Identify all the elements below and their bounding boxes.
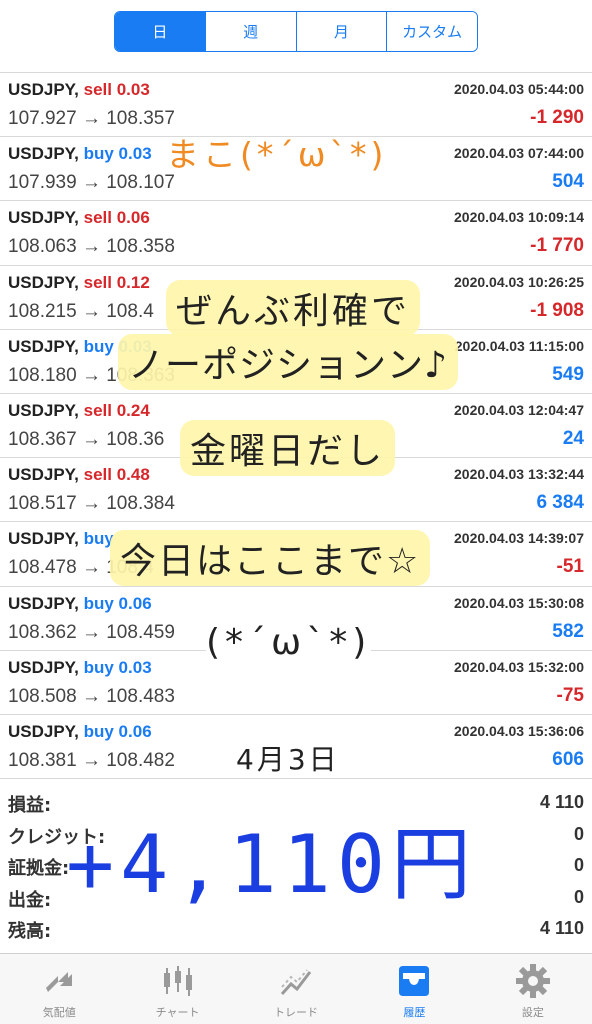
tab-history[interactable]: 履歴 [355, 954, 473, 1024]
trade-symbol: USDJPY, sell 0.06 [8, 208, 150, 228]
trade-symbol: USDJPY, sell 0.03 [8, 80, 150, 99]
trade-symbol: USDJPY, buy 0.03 [8, 657, 152, 677]
handwritten-note-name: まこ(*´ω`*) [166, 135, 388, 174]
summary-value: 4 110 [539, 792, 584, 812]
summary-value: 0 [573, 886, 584, 907]
trade-side-volume: sell 0.06 [83, 208, 150, 228]
trade-profit: -1 290 [530, 107, 584, 128]
tab-trade[interactable]: トレード [237, 954, 355, 1024]
trade-profit: -75 [556, 684, 584, 706]
gear-icon [515, 964, 550, 998]
trade-price: 107.927 → 108.357 [8, 108, 175, 129]
trade-side-volume: sell 0.48 [83, 465, 150, 485]
period-segmented-control: 日 週 月 カスタム [114, 11, 478, 52]
summary-label: 損益: [8, 795, 52, 816]
bottom-tab-bar: 気配値 チャート トレード 履歴 設定 [0, 953, 592, 1024]
trade-time: 2020.04.03 12:04:47 [454, 401, 584, 418]
trade-profit: -51 [556, 556, 584, 578]
trade-profit: -1 908 [530, 299, 584, 321]
tab-label: 設定 [521, 1006, 544, 1019]
tab-label: 履歴 [403, 1006, 426, 1019]
trade-time: 2020.04.03 10:26:25 [454, 273, 584, 290]
summary-value: 0 [573, 823, 584, 844]
tab-quotes[interactable]: 気配値 [0, 954, 118, 1024]
quotes-arrow-icon [46, 972, 73, 992]
trade-profit: 24 [562, 427, 584, 449]
tab-chart[interactable]: チャート [118, 954, 236, 1024]
trade-time: 2020.04.03 15:30:08 [454, 594, 584, 611]
trade-price: 108.215 → 108.4 [8, 300, 154, 322]
trade-time: 2020.04.03 15:32:00 [454, 658, 584, 675]
summary-value: 4 110 [539, 918, 584, 938]
handwritten-note-total: +4,110円 [66, 818, 477, 911]
tab-label: 気配値 [42, 1006, 76, 1019]
trade-symbol: USDJPY, sell 0.48 [8, 465, 150, 485]
trade-profit: 504 [552, 171, 584, 193]
trade-side-volume: sell 0.12 [83, 272, 150, 292]
candlestick-chart-icon [163, 966, 192, 996]
trade-price: 108.063 → 108.358 [8, 236, 175, 258]
trade-profit: 6 384 [536, 492, 584, 514]
summary-row-balance: 残高: 4 110 [0, 912, 592, 944]
summary-label: 証拠金: [8, 858, 70, 879]
trade-side-volume: buy 0.06 [83, 721, 152, 741]
trade-price: 108.381 → 108.482 [8, 749, 175, 771]
handwritten-note-date: 4月3日 [230, 738, 346, 778]
handwritten-note-line3: 金曜日だし [180, 420, 396, 476]
trade-symbol: USDJPY, sell 0.12 [8, 272, 150, 292]
trade-price: 108.508 → 108.483 [8, 685, 175, 707]
tab-label: トレード [274, 1006, 319, 1019]
trade-time: 2020.04.03 07:44:00 [454, 145, 584, 162]
summary-value: 0 [573, 855, 584, 875]
trade-symbol: USDJPY, buy [8, 529, 114, 549]
trade-profit: 549 [552, 363, 584, 385]
handwritten-note-face: (*´ω`*) [206, 622, 372, 663]
trade-side-volume: sell 0.03 [83, 80, 150, 99]
tab-label: チャート [155, 1006, 200, 1019]
trade-symbol: USDJPY, buy 0.03 [8, 144, 152, 164]
trade-price: 108.517 → 108.384 [8, 493, 175, 515]
trade-side-volume: buy 0.03 [83, 657, 152, 677]
trade-time: 2020.04.03 14:39:07 [454, 530, 584, 547]
trade-symbol: USDJPY, buy 0.06 [8, 721, 152, 741]
summary-label: 出金: [8, 889, 52, 911]
trade-time: 2020.04.03 15:36:06 [454, 722, 584, 739]
trade-side-volume: sell 0.24 [83, 400, 150, 420]
trade-time: 2020.04.03 11:15:00 [454, 337, 584, 354]
trade-profit: 582 [552, 620, 584, 642]
trade-row[interactable]: USDJPY, sell 0.06 108.063 → 108.358 2020… [0, 201, 592, 266]
trade-profit: -1 770 [530, 235, 584, 257]
trade-side-volume: buy 0.06 [83, 593, 152, 613]
trade-symbol: USDJPY, buy 0.06 [8, 593, 152, 613]
handwritten-note-line1: ぜんぶ利確で [166, 280, 421, 336]
period-tab-day[interactable]: 日 [115, 12, 205, 51]
trade-symbol: USDJPY, sell 0.24 [8, 400, 150, 420]
trade-price: 108.367 → 108.36 [8, 428, 165, 450]
trade-time: 2020.04.03 10:09:14 [454, 209, 584, 226]
tab-settings[interactable]: 設定 [474, 954, 592, 1024]
trade-price: 107.939 → 108.107 [8, 172, 175, 194]
trade-line-icon [280, 969, 312, 996]
trade-price: 108.362 → 108.459 [8, 621, 175, 643]
handwritten-note-line4: 今日はここまで☆ [110, 530, 431, 586]
period-tab-week[interactable]: 週 [204, 12, 296, 51]
period-tab-custom[interactable]: カスタム [386, 12, 477, 51]
period-tab-month[interactable]: 月 [295, 12, 387, 51]
handwritten-note-line2: ノーポジションン♪ [118, 334, 458, 390]
summary-label: 残高: [8, 921, 52, 942]
trade-time: 2020.04.03 05:44:00 [454, 81, 584, 97]
trade-side-volume: buy 0.03 [83, 144, 152, 164]
history-tray-icon [399, 966, 430, 996]
trade-profit: 606 [552, 748, 584, 770]
trade-time: 2020.04.03 13:32:44 [454, 466, 584, 483]
